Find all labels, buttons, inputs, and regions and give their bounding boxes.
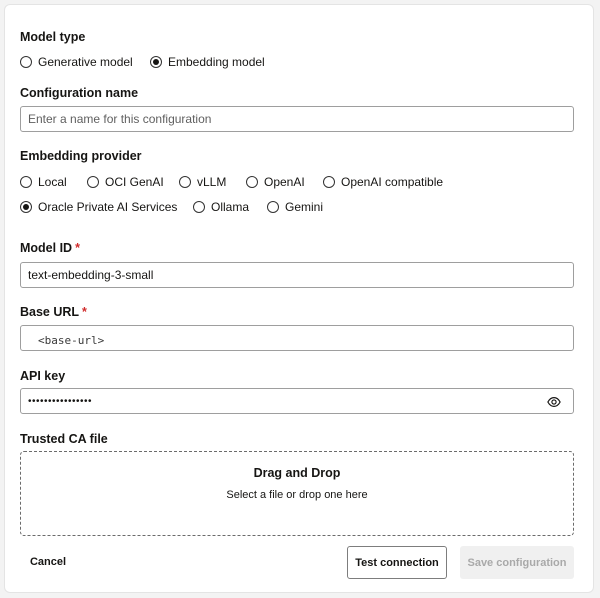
radio-provider-oracle-private-ai[interactable]: Oracle Private AI Services xyxy=(20,200,177,214)
dropzone-title: Drag and Drop xyxy=(253,466,341,480)
cancel-button[interactable]: Cancel xyxy=(22,551,74,573)
api-key-label: API key xyxy=(20,369,66,383)
radio-generative-model[interactable]: Generative model xyxy=(20,55,133,69)
radio-label: OpenAI xyxy=(264,175,305,189)
radio-circle xyxy=(20,56,32,68)
model-id-input[interactable]: text-embedding-3-small xyxy=(20,262,574,288)
model-type-label: Model type xyxy=(20,30,86,44)
trusted-ca-label: Trusted CA file xyxy=(20,432,108,446)
radio-circle xyxy=(87,176,99,188)
test-connection-button[interactable]: Test connection xyxy=(347,546,447,579)
radio-provider-openai[interactable]: OpenAI xyxy=(246,175,305,189)
radio-circle xyxy=(193,201,205,213)
radio-label: OCI GenAI xyxy=(105,175,164,189)
radio-provider-ollama[interactable]: Ollama xyxy=(193,200,249,214)
base-url-input[interactable]: <base-url> xyxy=(20,325,574,351)
model-id-label: Model ID * xyxy=(20,241,80,255)
eye-icon[interactable] xyxy=(547,395,561,409)
radio-circle-checked xyxy=(150,56,162,68)
radio-label: vLLM xyxy=(197,175,227,189)
radio-circle xyxy=(179,176,191,188)
radio-label: Embedding model xyxy=(168,55,265,69)
base-url-label: Base URL * xyxy=(20,305,87,319)
radio-label: OpenAI compatible xyxy=(341,175,444,189)
dropzone-subtitle: Select a file or drop one here xyxy=(226,489,368,501)
radio-label: Gemini xyxy=(285,200,324,214)
radio-provider-local[interactable]: Local xyxy=(20,175,67,189)
api-key-masked-value: •••••••••••••••• xyxy=(28,395,93,407)
embedding-provider-label: Embedding provider xyxy=(20,149,142,163)
radio-label: Oracle Private AI Services xyxy=(38,200,178,214)
radio-provider-openai-compatible[interactable]: OpenAI compatible xyxy=(323,175,443,189)
radio-label: Local xyxy=(38,175,67,189)
config-name-input[interactable]: Enter a name for this configuration xyxy=(20,106,574,132)
model-id-label-text: Model ID xyxy=(20,241,73,255)
radio-circle-checked xyxy=(20,201,32,213)
config-name-placeholder: Enter a name for this configuration xyxy=(28,112,212,126)
radio-circle xyxy=(323,176,335,188)
radio-circle xyxy=(246,176,258,188)
radio-provider-gemini[interactable]: Gemini xyxy=(267,200,323,214)
base-url-value: <base-url> xyxy=(38,334,105,347)
save-configuration-button[interactable]: Save configuration xyxy=(460,546,574,579)
required-marker: * xyxy=(82,305,87,319)
model-id-value: text-embedding-3-small xyxy=(28,268,154,282)
model-config-form: Model type Generative model Embedding mo… xyxy=(4,4,594,593)
config-name-label: Configuration name xyxy=(20,86,139,100)
base-url-label-text: Base URL xyxy=(20,305,80,319)
required-marker: * xyxy=(75,241,80,255)
radio-provider-vllm[interactable]: vLLM xyxy=(179,175,226,189)
radio-label: Ollama xyxy=(211,200,250,214)
file-dropzone[interactable]: Drag and Drop Select a file or drop one … xyxy=(20,451,574,536)
radio-circle xyxy=(267,201,279,213)
radio-circle xyxy=(20,176,32,188)
api-key-input[interactable]: •••••••••••••••• xyxy=(20,388,574,414)
radio-embedding-model[interactable]: Embedding model xyxy=(150,55,265,69)
radio-label: Generative model xyxy=(38,55,133,69)
radio-provider-oci-genai[interactable]: OCI GenAI xyxy=(87,175,164,189)
